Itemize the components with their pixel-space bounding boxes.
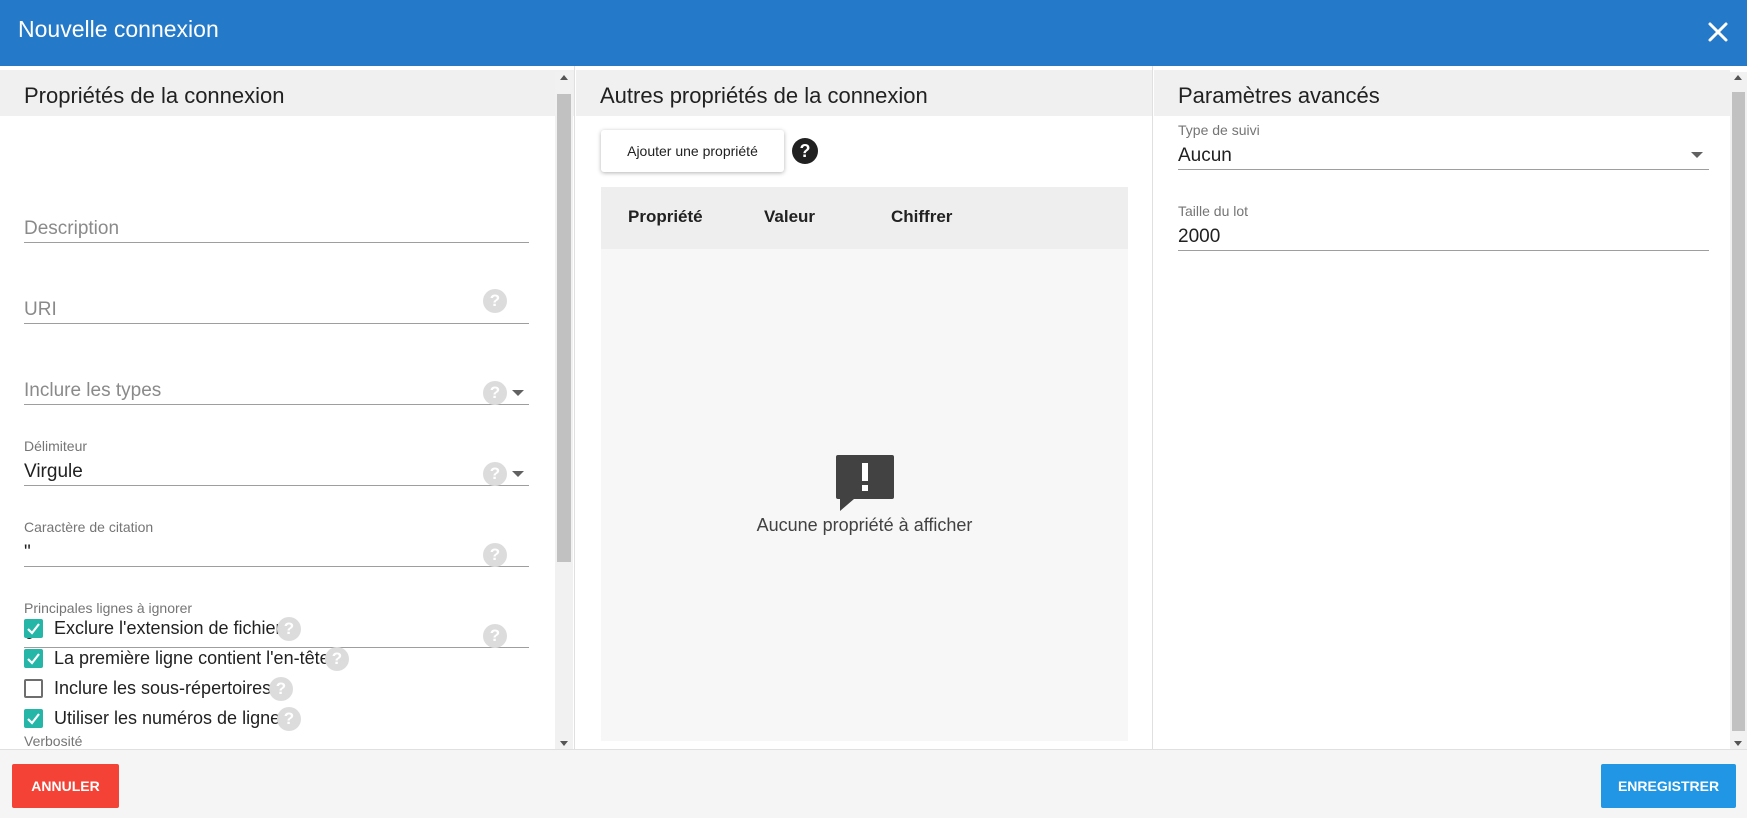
tracking-type-select[interactable]: Type de suivi Aucun — [1178, 122, 1709, 170]
section-title-advanced-settings: Paramètres avancés — [1154, 70, 1730, 116]
help-icon[interactable]: ? — [483, 381, 507, 405]
uri-field[interactable]: URI ? — [24, 276, 529, 324]
other-properties-panel: Autres propriétés de la connexion Ajoute… — [576, 66, 1153, 749]
dialog-footer: ANNULER ENREGISTRER — [0, 749, 1747, 818]
help-icon[interactable]: ? — [483, 462, 507, 486]
include-types-placeholder: Inclure les types — [24, 380, 162, 401]
scroll-down-icon[interactable] — [1734, 741, 1742, 746]
help-icon[interactable]: ? — [277, 617, 301, 641]
scroll-down-icon[interactable] — [560, 741, 568, 746]
scrollbar-thumb[interactable] — [557, 94, 571, 562]
checkbox-label: Utiliser les numéros de ligne — [54, 708, 281, 728]
quote-char-value: " — [24, 542, 31, 563]
checkbox-include-subdirectories[interactable]: Inclure les sous-répertoires ? — [24, 677, 324, 701]
delimiter-value: Virgule — [24, 461, 83, 482]
column-header-encrypt: Chiffrer — [891, 207, 953, 226]
page-scrollbar[interactable] — [1730, 72, 1747, 749]
section-title-other-properties: Autres propriétés de la connexion — [576, 70, 1152, 116]
help-icon[interactable]: ? — [325, 647, 349, 671]
empty-message: Aucune propriété à afficher — [756, 515, 973, 535]
include-types-select[interactable]: Inclure les types ? — [24, 357, 529, 405]
properties-table: Propriété Valeur Chiffrer Aucune proprié… — [601, 187, 1128, 741]
quote-char-label: Caractère de citation — [24, 519, 154, 535]
left-scrollbar[interactable] — [555, 72, 573, 749]
uri-placeholder: URI — [24, 299, 57, 320]
help-icon[interactable]: ? — [792, 138, 818, 164]
help-icon[interactable]: ? — [483, 624, 507, 648]
checkbox-label: Exclure l'extension de fichier — [54, 618, 282, 638]
batch-size-label: Taille du lot — [1178, 203, 1249, 219]
checkbox-label: La première ligne contient l'en-tête — [54, 648, 330, 668]
scroll-up-icon[interactable] — [560, 75, 568, 80]
scrollbar-thumb[interactable] — [1732, 92, 1745, 731]
caret-down-icon[interactable] — [1691, 152, 1703, 158]
save-button[interactable]: ENREGISTRER — [1601, 764, 1736, 808]
batch-size-value: 2000 — [1178, 226, 1221, 247]
check-icon[interactable] — [24, 649, 43, 668]
scroll-up-icon[interactable] — [1734, 75, 1742, 80]
caret-down-icon[interactable] — [512, 471, 524, 477]
tracking-type-label: Type de suivi — [1178, 122, 1260, 138]
dialog-body: Propriétés de la connexion Description U… — [0, 66, 1747, 749]
column-header-value: Valeur — [764, 207, 816, 226]
close-icon[interactable] — [1704, 18, 1732, 46]
tracking-type-value: Aucun — [1178, 145, 1232, 166]
delimiter-select[interactable]: Délimiteur Virgule ? — [24, 438, 529, 486]
help-icon[interactable]: ? — [483, 289, 507, 313]
quote-char-field[interactable]: Caractère de citation " ? — [24, 519, 529, 567]
checkbox-unchecked[interactable] — [24, 679, 43, 698]
checkbox-use-line-numbers[interactable]: Utiliser les numéros de ligne ? — [24, 707, 324, 731]
help-icon[interactable]: ? — [269, 677, 293, 701]
cancel-button[interactable]: ANNULER — [12, 764, 119, 808]
table-header: Propriété Valeur Chiffrer — [601, 187, 1128, 249]
check-icon[interactable] — [24, 619, 43, 638]
verbosity-label: Verbosité — [24, 733, 83, 749]
check-icon[interactable] — [24, 709, 43, 728]
skip-lines-label: Principales lignes à ignorer — [24, 600, 193, 616]
connection-properties-panel: Propriétés de la connexion Description U… — [0, 66, 575, 749]
description-placeholder: Description — [24, 218, 120, 239]
advanced-settings-panel: Paramètres avancés Type de suivi Aucun T… — [1154, 66, 1730, 749]
checkbox-label: Inclure les sous-répertoires — [54, 678, 272, 698]
batch-size-field[interactable]: Taille du lot 2000 — [1178, 203, 1709, 251]
add-property-button[interactable]: Ajouter une propriété — [601, 130, 784, 172]
checkbox-first-line-header[interactable]: La première ligne contient l'en-tête ? — [24, 647, 354, 671]
delimiter-label: Délimiteur — [24, 438, 88, 454]
help-icon[interactable]: ? — [483, 543, 507, 567]
caret-down-icon[interactable] — [512, 390, 524, 396]
dialog-title: Nouvelle connexion — [18, 16, 219, 42]
description-field[interactable]: Description — [24, 195, 529, 243]
alert-comment-icon — [836, 455, 894, 511]
checkbox-exclude-extension[interactable]: Exclure l'extension de fichier ? — [24, 617, 304, 641]
dialog-header: Nouvelle connexion — [0, 0, 1747, 66]
column-header-property: Propriété — [628, 207, 703, 226]
help-icon[interactable]: ? — [277, 707, 301, 731]
section-title-connection-properties: Propriétés de la connexion — [0, 70, 574, 116]
